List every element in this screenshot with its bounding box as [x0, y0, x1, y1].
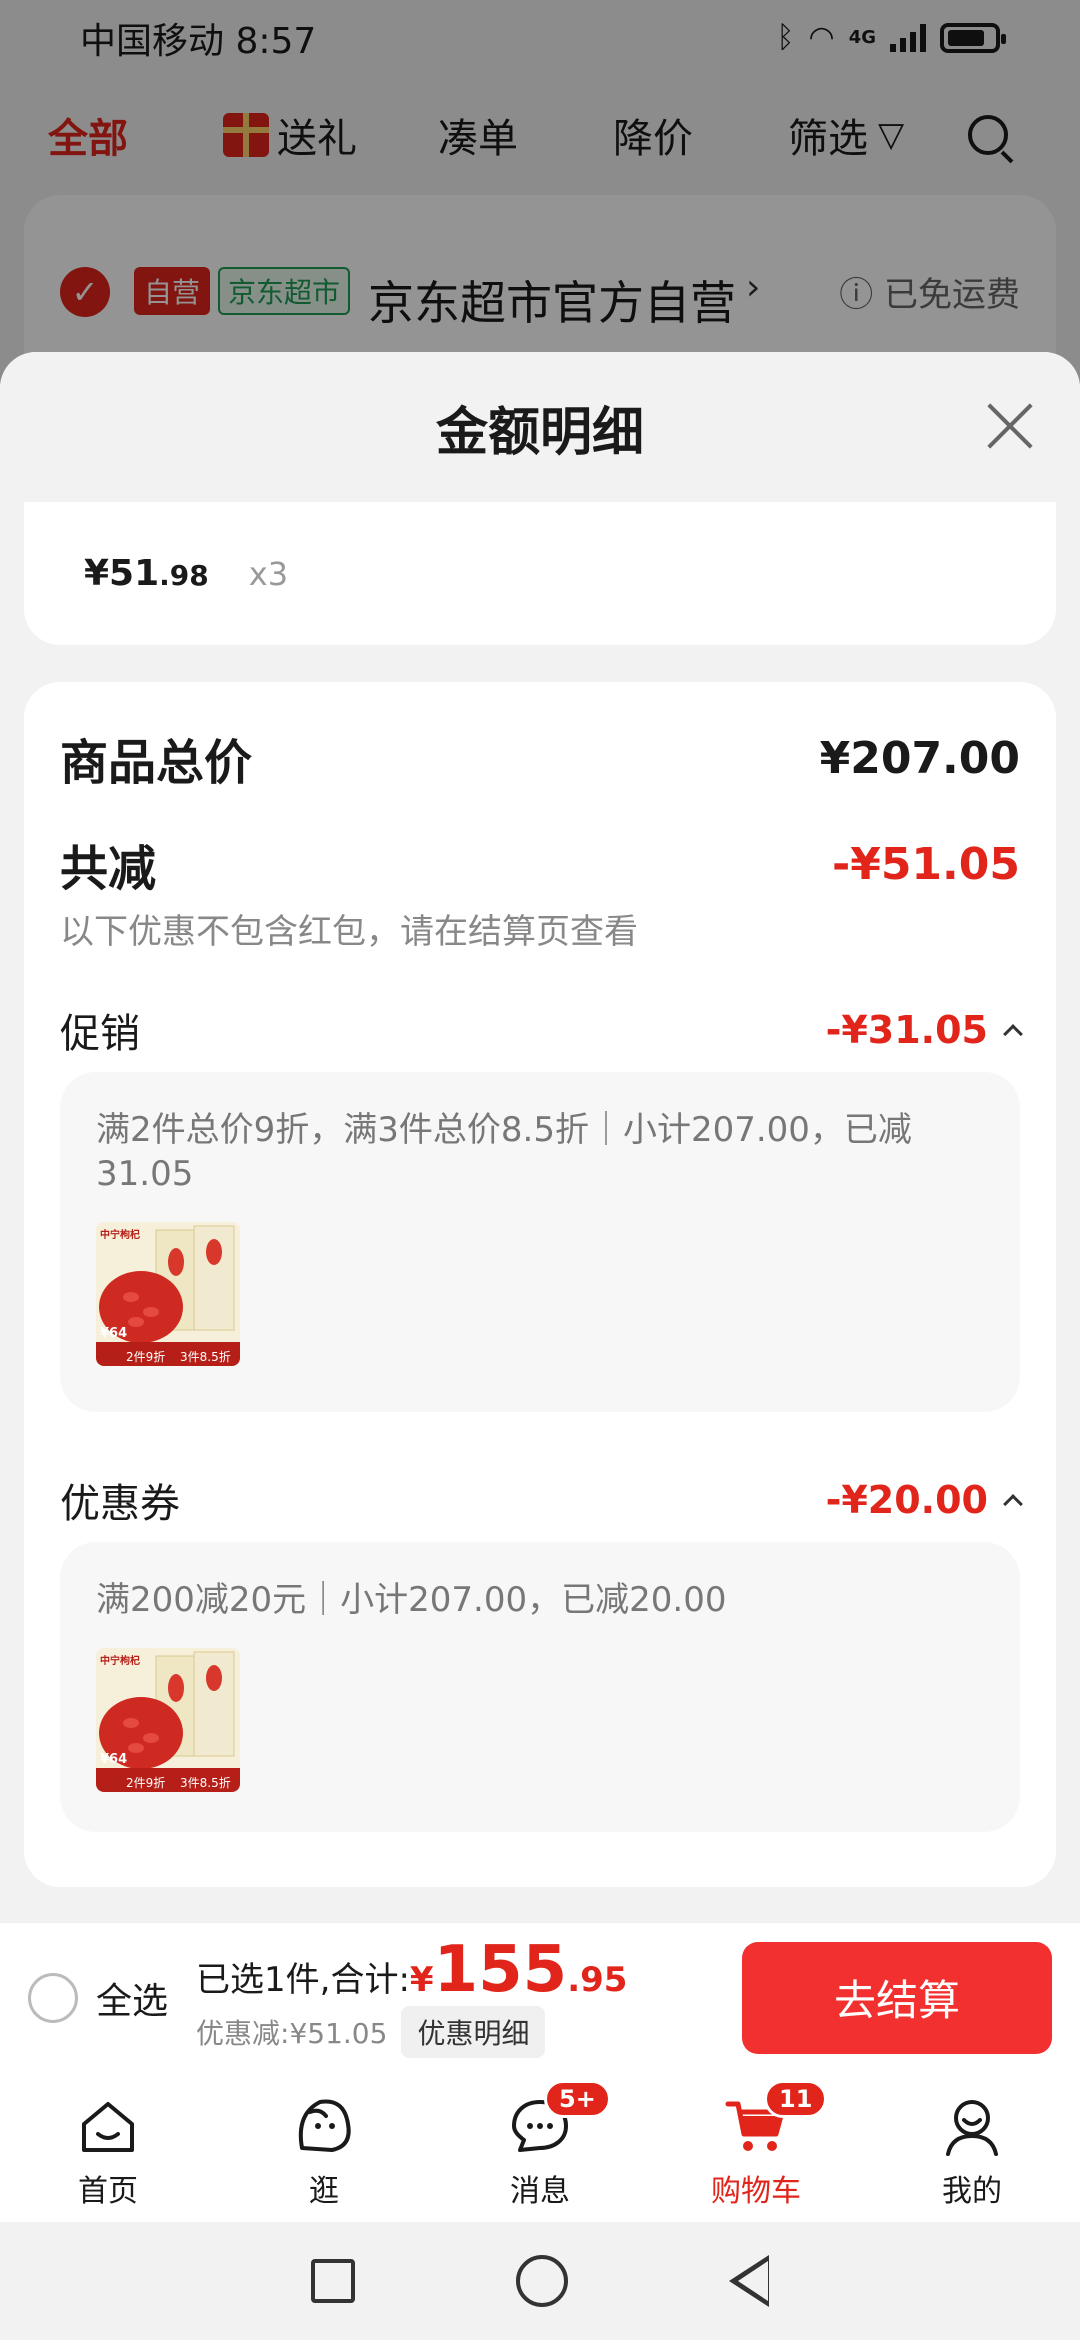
total-currency: ¥ [409, 1959, 434, 2000]
explore-icon [298, 2099, 351, 2152]
tabbar-item-messages[interactable]: 5+ 消息 [432, 2072, 648, 2222]
summary-prefix: 已选1件,合计: [196, 1959, 410, 2000]
home-nav-icon[interactable] [515, 2255, 568, 2307]
coupon-detail-text: 满200减20元｜小计207.00，已减20.00 [96, 1580, 727, 1620]
item-price-card: ¥51.98 x3 [24, 502, 1056, 645]
amount-detail-sheet: 金额明细 ¥51.98 x3 商品总价 ¥207.00 共减 -¥51.05 以… [0, 352, 1080, 1922]
goji-product-image [96, 1648, 240, 1792]
tabbar-label: 首页 [78, 2174, 138, 2209]
select-all-label[interactable]: 全选 [96, 1972, 168, 2024]
thumb-price: ¥64 [100, 1326, 128, 1341]
thumb-tag-2pcs: 2件9折 [126, 1776, 166, 1790]
discount-label: 共减 [60, 841, 157, 897]
tabbar-label: 购物车 [711, 2174, 801, 2209]
promo-row[interactable]: 促销 -¥31.05 [60, 1000, 1023, 1060]
close-icon[interactable] [984, 400, 1036, 452]
chevron-up-icon[interactable] [1003, 1024, 1023, 1044]
item-price-integer: ¥51 [84, 553, 160, 594]
bottom-tab-bar: 首页 逛 5+ 消息 11 购物车 我的 [0, 2072, 1080, 2222]
total-decimal: .95 [567, 1959, 628, 2000]
thumb-tag-3pcs: 3件8.5折 [180, 1350, 231, 1364]
goji-product-image [96, 1222, 240, 1366]
item-price-cents: .98 [159, 559, 209, 592]
checkout-bar: 全选 已选1件,合计: ¥ 155 .95 优惠减:¥51.05 优惠明细 去结… [0, 1922, 1080, 2072]
recent-apps-icon[interactable] [310, 2259, 355, 2303]
sheet-header: 金额明细 [0, 352, 1080, 502]
tabbar-item-cart[interactable]: 11 购物车 [648, 2072, 864, 2222]
system-nav-bar [0, 2222, 1080, 2340]
promo-label: 促销 [60, 1011, 140, 1057]
order-summary: 已选1件,合计: ¥ 155 .95 优惠减:¥51.05 优惠明细 [196, 1938, 627, 2058]
sheet-title: 金额明细 [435, 402, 644, 463]
discount-row: 共减 -¥51.05 [60, 830, 1020, 898]
discount-detail-button[interactable]: 优惠明细 [401, 2005, 546, 2058]
tabbar-label: 我的 [942, 2174, 1002, 2209]
thumb-brand: 中宁枸杞 [100, 1656, 140, 1667]
home-icon [82, 2102, 134, 2152]
coupon-label: 优惠券 [60, 1481, 180, 1527]
coupon-detail-box: 满200减20元｜小计207.00，已减20.00 中宁枸杞 ¥64 2件9折 [60, 1542, 1020, 1832]
tabbar-item-home[interactable]: 首页 [0, 2072, 216, 2222]
total-value: ¥207.00 [819, 732, 1020, 784]
thumb-tag-3pcs: 3件8.5折 [180, 1776, 231, 1790]
product-thumbnail[interactable]: 中宁枸杞 ¥64 2件9折 3件8.5折 [96, 1648, 240, 1792]
tabbar-label: 消息 [510, 2174, 570, 2209]
tabbar-item-explore[interactable]: 逛 [216, 2072, 432, 2222]
coupon-row[interactable]: 优惠券 -¥20.00 [60, 1470, 1023, 1530]
select-all-radio[interactable] [28, 1972, 78, 2023]
profile-icon [946, 2100, 998, 2156]
coupon-value: -¥20.00 [825, 1478, 988, 1522]
tabbar-item-profile[interactable]: 我的 [864, 2072, 1080, 2222]
total-label: 商品总价 [60, 735, 253, 791]
promo-detail-box: 满2件总价9折，满3件总价8.5折｜小计207.00，已减31.05 中宁枸杞 … [60, 1072, 1020, 1412]
back-icon[interactable] [729, 2255, 770, 2307]
message-badge: 5+ [544, 2080, 611, 2118]
promo-value: -¥31.05 [825, 1008, 988, 1052]
cart-badge: 11 [764, 2080, 828, 2118]
item-quantity: x3 [248, 554, 289, 593]
product-thumbnail[interactable]: 中宁枸杞 ¥64 2件9折 3件8.5折 [96, 1222, 240, 1366]
price-breakdown-card: 商品总价 ¥207.00 共减 -¥51.05 以下优惠不包含红包，请在结算页查… [24, 682, 1056, 1887]
discount-summary: 优惠减:¥51.05 [196, 2016, 388, 2050]
thumb-tag-2pcs: 2件9折 [126, 1350, 166, 1364]
discount-value: -¥51.05 [831, 838, 1020, 890]
chevron-up-icon[interactable] [1003, 1494, 1023, 1514]
discount-note: 以下优惠不包含红包，请在结算页查看 [60, 912, 638, 952]
total-row: 商品总价 ¥207.00 [60, 722, 1020, 794]
tabbar-label: 逛 [309, 2174, 339, 2209]
item-unit-price: ¥51.98 [84, 553, 209, 594]
thumb-brand: 中宁枸杞 [100, 1230, 140, 1241]
promo-detail-text: 满2件总价9折，满3件总价8.5折｜小计207.00，已减31.05 [96, 1110, 912, 1194]
total-integer: 155 [433, 1932, 568, 2007]
checkout-button[interactable]: 去结算 [742, 1941, 1052, 2054]
thumb-price: ¥64 [100, 1752, 128, 1767]
